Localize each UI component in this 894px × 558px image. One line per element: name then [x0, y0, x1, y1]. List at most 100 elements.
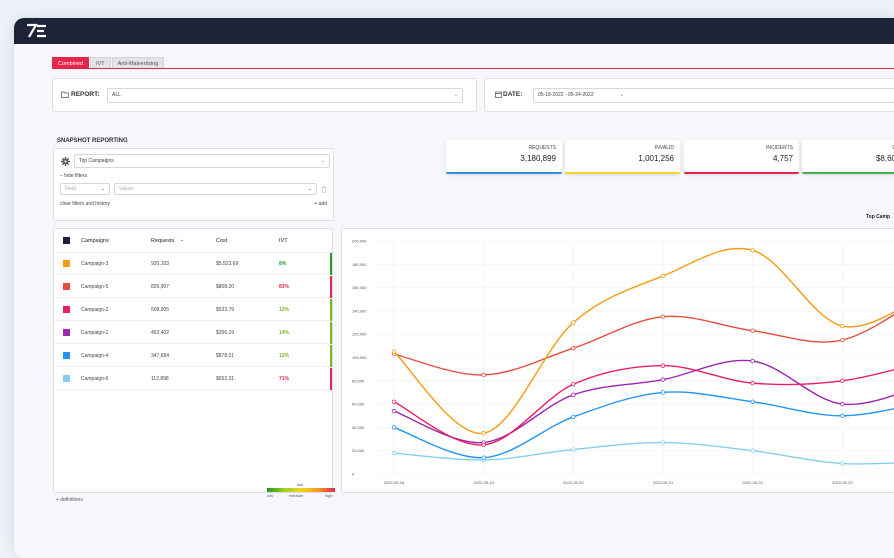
ivt-risk-indicator	[330, 322, 332, 344]
report-filter-box: REPORT: ALL ⌄	[52, 78, 477, 112]
series-color-swatch[interactable]	[63, 329, 70, 336]
series-color-swatch[interactable]	[63, 375, 70, 382]
trash-icon[interactable]	[321, 186, 327, 193]
risk-medium-label: medium	[289, 493, 304, 498]
data-point	[750, 248, 755, 253]
folder-icon	[61, 91, 69, 98]
hide-filters-link[interactable]: – hide filters	[60, 173, 87, 179]
data-point	[571, 320, 576, 325]
stat-bar	[802, 172, 894, 174]
series-line-campaign-5	[393, 313, 894, 376]
data-point	[481, 455, 486, 460]
campaign-ivt: 71%	[279, 376, 290, 382]
campaign-name: Campaign-6	[81, 376, 109, 382]
chevron-down-icon: ⌄	[307, 186, 312, 192]
stat-card-requests: REQUESTS 3,180,899	[446, 140, 562, 174]
date-filter-box: DATE: 05-18-2022 - 05-24-2022 ⌄	[484, 78, 894, 112]
ivt-risk-indicator	[330, 299, 332, 321]
brand-logo-icon[interactable]	[24, 21, 50, 41]
data-point	[391, 399, 397, 404]
date-range-value: 05-18-2022 - 05-24-2022	[538, 92, 594, 98]
snapshot-title: SNAPSHOT REPORTING	[57, 138, 128, 144]
stat-label: INCIDENTS	[766, 145, 793, 151]
table-header: Campaigns Requests ⌄ Cost IVT	[54, 229, 332, 253]
snapshot-selector[interactable]: Top Campaigns ⌄	[74, 154, 330, 168]
definitions-link[interactable]: + definitions	[56, 497, 83, 503]
y-tick-label: 40,000	[352, 425, 365, 430]
stat-card-cost: C $8,60	[802, 140, 894, 174]
campaign-ivt: 12%	[279, 307, 290, 313]
data-point	[840, 413, 845, 418]
series-color-swatch[interactable]	[63, 283, 70, 290]
stat-bar	[446, 172, 562, 174]
campaign-name: Campaign-4	[81, 353, 109, 359]
campaign-table: Campaigns Requests ⌄ Cost IVT Campaign-3…	[53, 228, 333, 493]
campaign-ivt: 83%	[279, 284, 290, 290]
gear-icon[interactable]	[61, 157, 70, 166]
series-color-swatch[interactable]	[63, 260, 70, 267]
chevron-down-icon: ⌄	[620, 92, 625, 98]
stat-value: 1,001,256	[638, 154, 674, 163]
data-point	[391, 425, 397, 430]
campaign-cost: $206.19	[216, 330, 235, 336]
data-point	[660, 390, 666, 395]
ivt-risk-indicator	[330, 276, 332, 298]
sort-desc-icon[interactable]: ⌄	[180, 237, 184, 243]
table-row[interactable]: Campaign-2 509,905 $533.79 12%	[54, 299, 332, 321]
report-select[interactable]: ALL ⌄	[107, 88, 463, 103]
chevron-down-icon: ⌄	[100, 186, 105, 192]
campaign-requests: 463,402	[151, 330, 170, 336]
data-point	[391, 408, 397, 414]
campaign-name: Campaign-1	[81, 330, 109, 336]
select-all-checkbox[interactable]	[63, 237, 70, 244]
campaign-ivt: 8%	[279, 261, 287, 267]
risk-gradient-bar	[267, 488, 335, 492]
x-tick-label: 2022-05-22	[742, 480, 763, 485]
data-point	[660, 440, 666, 445]
table-row[interactable]: Campaign-4 347,684 $878.01 12%	[54, 345, 332, 367]
stat-label: REQUESTS	[528, 145, 556, 151]
add-filter-button[interactable]: + add	[314, 201, 327, 207]
series-color-swatch[interactable]	[63, 306, 70, 313]
y-tick-label: 100,000	[352, 355, 367, 360]
data-point	[571, 382, 576, 387]
header-cost[interactable]: Cost	[216, 238, 227, 244]
table-row[interactable]: Campaign-1 463,402 $206.19 14%	[54, 322, 332, 344]
risk-low-label: low	[267, 493, 274, 498]
stat-bar	[565, 172, 680, 174]
y-tick-label: 200,000	[352, 239, 367, 244]
data-point	[571, 447, 576, 452]
header-campaigns[interactable]: Campaigns	[81, 238, 109, 244]
stat-value: 4,757	[772, 154, 793, 163]
table-row[interactable]: Campaign-5 826,907 $808.20 83%	[54, 276, 332, 298]
series-color-swatch[interactable]	[63, 352, 70, 359]
line-chart: 0 20,000 40,000 60,000 80,000 100,000 120,000 1…	[352, 239, 894, 485]
y-tick-label: 160,000	[352, 285, 367, 290]
y-tick-label: 60,000	[352, 402, 365, 407]
date-range-picker[interactable]: 05-18-2022 - 05-24-2022 ⌄	[533, 88, 894, 103]
header-requests[interactable]: Requests	[151, 238, 174, 244]
y-tick-label: 120,000	[352, 332, 367, 337]
data-point	[840, 337, 845, 343]
data-point	[571, 414, 576, 420]
campaign-cost: $5,523.69	[216, 261, 239, 267]
data-point	[660, 363, 666, 368]
data-point	[481, 431, 486, 436]
field-select[interactable]: Field ⌄	[60, 183, 110, 195]
ivt-risk-indicator	[330, 253, 332, 275]
data-point	[750, 448, 755, 453]
campaign-cost: $533.79	[216, 307, 235, 313]
top-navbar	[14, 18, 894, 44]
campaign-cost: $652.31	[216, 376, 235, 382]
campaign-cost: $878.01	[216, 353, 235, 359]
clear-filters-link[interactable]: clear filters and history	[60, 201, 110, 207]
table-row[interactable]: Campaign-3 920,103 $5,523.69 8%	[54, 253, 332, 275]
table-row[interactable]: Campaign-6 112,898 $652.31 71%	[54, 368, 332, 390]
header-ivt[interactable]: IVT	[279, 238, 288, 244]
chevron-down-icon: ⌄	[453, 92, 458, 98]
data-point	[750, 380, 755, 386]
stat-value: $8,60	[875, 154, 894, 163]
snapshot-filter-panel: Top Campaigns ⌄ – hide filters Field ⌄ V…	[53, 148, 334, 221]
series-line-campaign-4	[393, 391, 894, 459]
values-select[interactable]: Values ⌄	[114, 183, 317, 195]
